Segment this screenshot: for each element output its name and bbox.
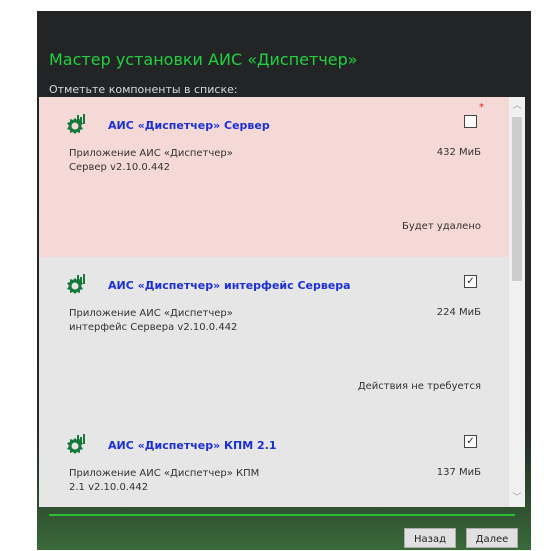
scroll-thumb[interactable] [512, 117, 522, 281]
description-line: Сервер v2.10.0.442 [69, 162, 171, 173]
component-description: Приложение АИС «Диспетчер» интерфейс Сер… [69, 307, 269, 335]
component-item-server-interface[interactable]: АИС «Диспетчер» интерфейс Сервера Прилож… [39, 257, 509, 417]
components-list[interactable]: АИС «Диспетчер» Сервер Приложение АИС «Д… [39, 97, 509, 507]
component-checkbox[interactable]: ✓ [464, 435, 477, 448]
instruction-text: Отметьте компоненты в списке: [49, 83, 238, 96]
footer-divider [49, 514, 515, 516]
gear-chart-icon [67, 274, 85, 294]
component-description: Приложение АИС «Диспетчер» КПМ 2.1 v2.10… [69, 467, 269, 495]
gear-chart-icon [67, 114, 85, 134]
component-checkbox[interactable] [464, 115, 477, 128]
description-line: 2.1 v2.10.0.442 [69, 482, 149, 493]
component-description: Приложение АИС «Диспетчер» Сервер v2.10.… [69, 147, 269, 175]
back-button[interactable]: Назад [404, 528, 456, 548]
component-size: 432 МиБ [436, 147, 481, 158]
gear-chart-icon [67, 434, 85, 454]
window-title: Мастер установки АИС «Диспетчер» [49, 50, 358, 69]
scroll-down-icon[interactable]: ﹀ [509, 491, 525, 505]
component-status: Действия не требуется [357, 381, 481, 392]
next-button[interactable]: Далее [466, 528, 518, 548]
component-size: 137 МиБ [436, 467, 481, 478]
required-marker: * [479, 102, 484, 113]
component-name: АИС «Диспетчер» Сервер [108, 119, 270, 132]
component-item-kpm[interactable]: АИС «Диспетчер» КПМ 2.1 Приложение АИС «… [39, 417, 509, 507]
component-size: 224 МиБ [436, 307, 481, 318]
component-status: Будет удалено [401, 221, 481, 232]
installer-window: Мастер установки АИС «Диспетчер» Отметьт… [37, 11, 531, 550]
description-line: Приложение АИС «Диспетчер» КПМ [69, 468, 260, 479]
component-checkbox[interactable]: ✓ [464, 275, 477, 288]
component-name: АИС «Диспетчер» интерфейс Сервера [108, 279, 351, 292]
component-item-server[interactable]: АИС «Диспетчер» Сервер Приложение АИС «Д… [39, 97, 509, 257]
component-name: АИС «Диспетчер» КПМ 2.1 [108, 439, 277, 452]
description-line: Приложение АИС «Диспетчер» [69, 148, 233, 159]
scroll-up-icon[interactable]: ︿ [509, 99, 525, 113]
description-line: Приложение АИС «Диспетчер» [69, 308, 233, 319]
description-line: интерфейс Сервера v2.10.0.442 [69, 322, 238, 333]
list-scrollbar[interactable]: ︿ ﹀ [509, 97, 525, 507]
